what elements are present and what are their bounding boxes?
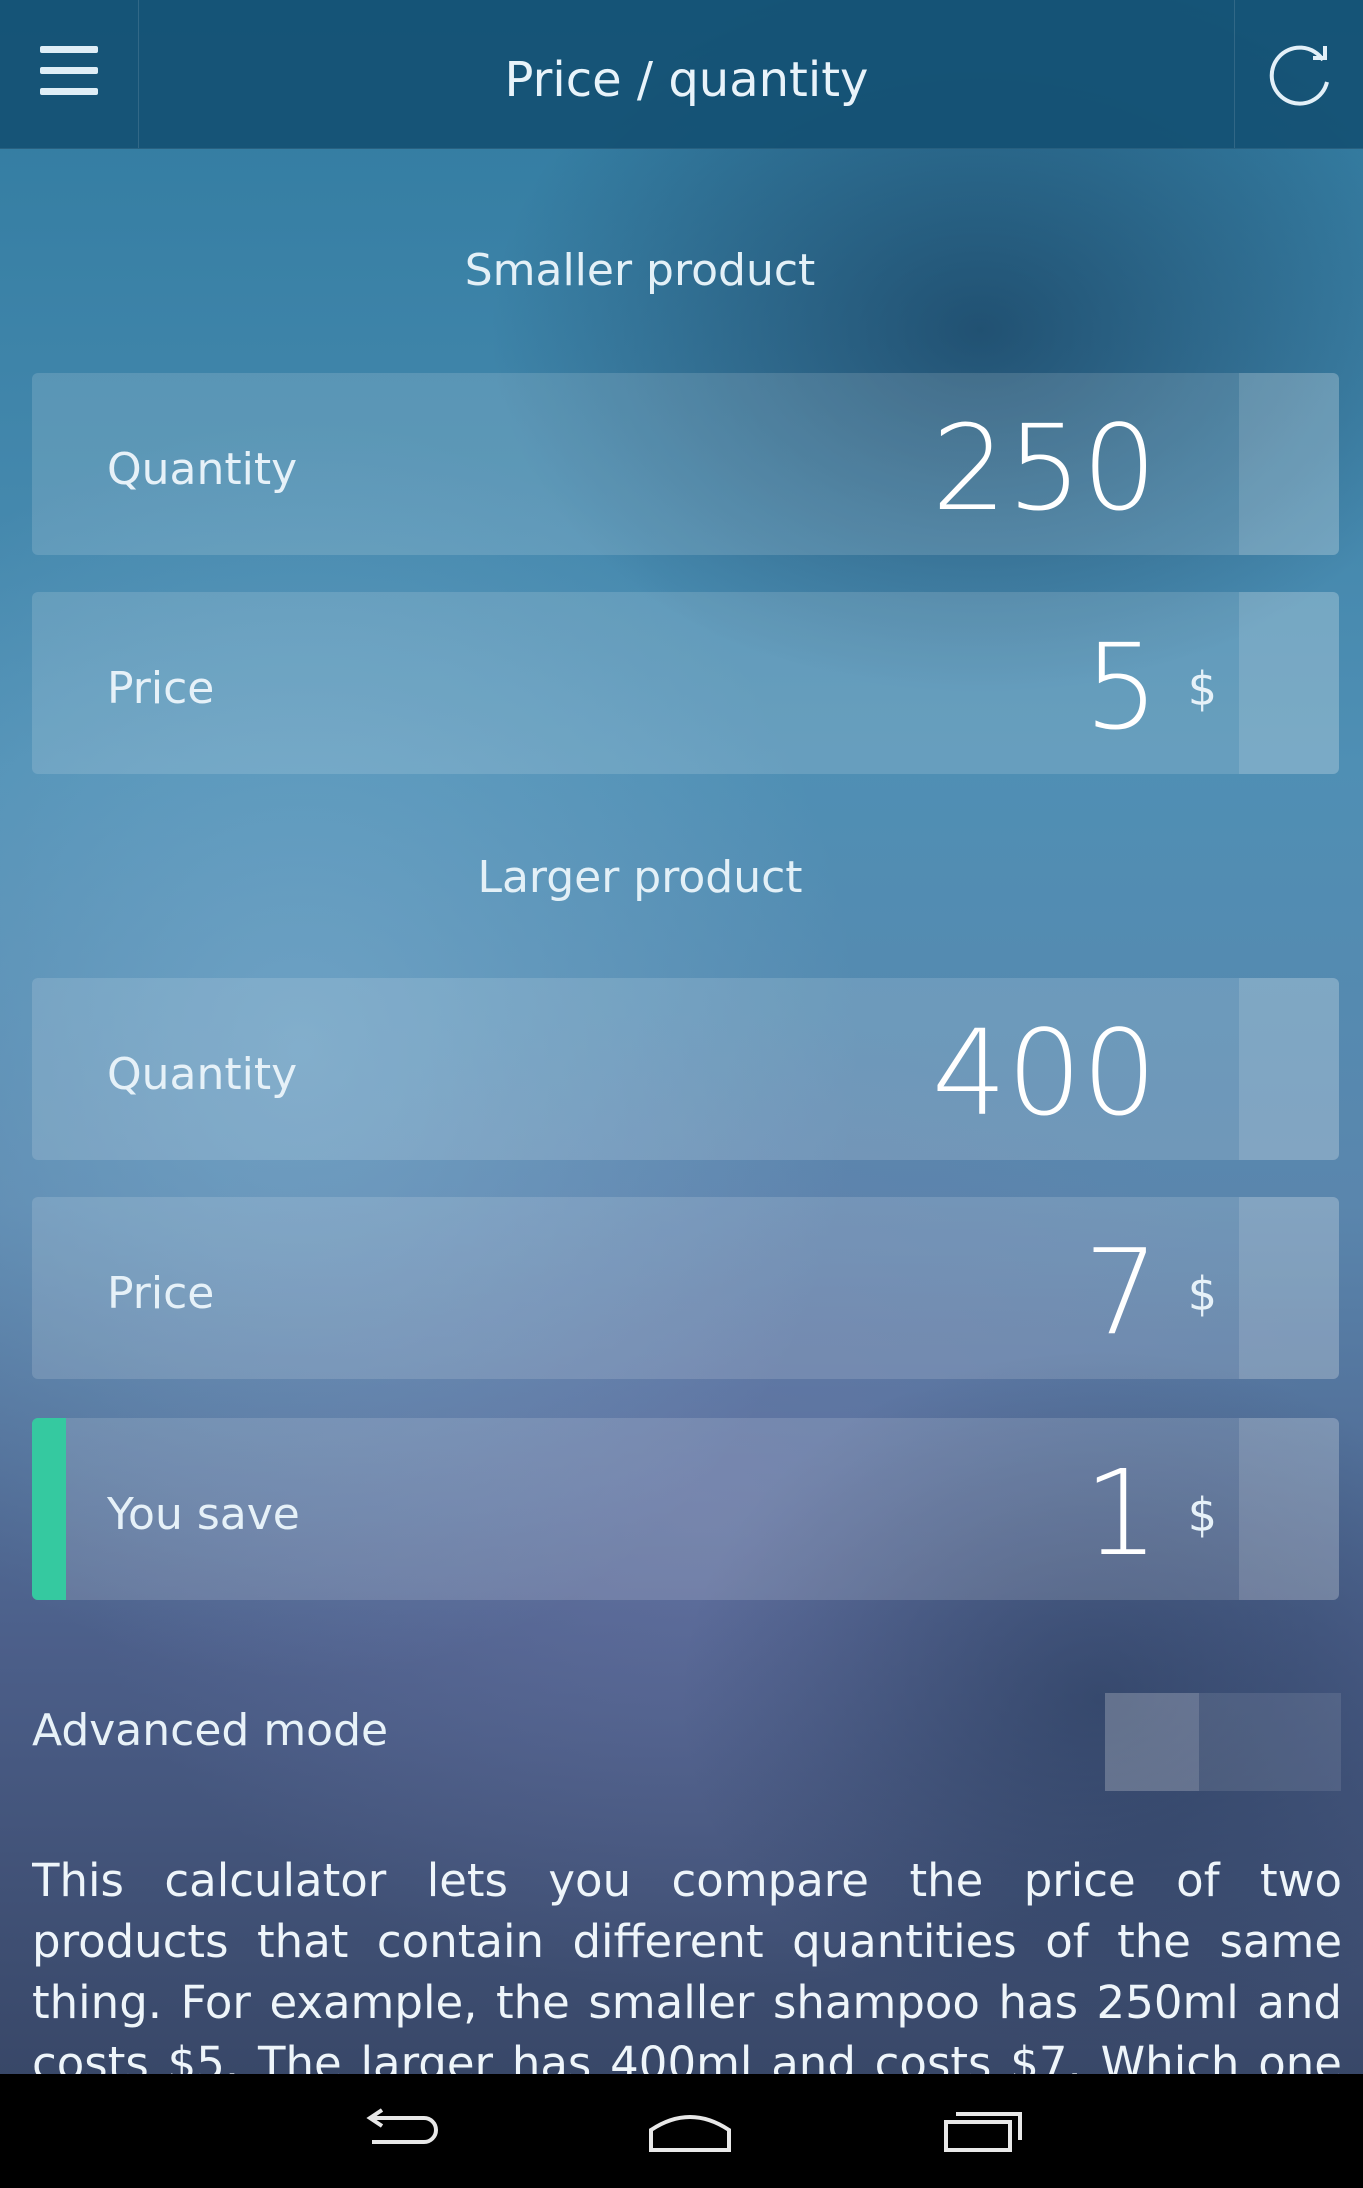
savings-label: You save xyxy=(107,1489,300,1540)
back-button[interactable] xyxy=(318,2074,478,2188)
larger-price-unit: $ xyxy=(1187,1267,1217,1321)
menu-button[interactable] xyxy=(0,0,139,148)
larger-price-handle[interactable] xyxy=(1239,1197,1339,1379)
system-nav-bar xyxy=(0,2074,1363,2188)
top-bar: Price / quantity xyxy=(0,0,1363,149)
recents-icon xyxy=(944,2112,1022,2152)
app-screen: Price / quantity Smaller product Quantit… xyxy=(0,0,1363,2188)
larger-price-value[interactable]: 7 xyxy=(1084,1197,1159,1379)
description-text: This calculator lets you compare the pri… xyxy=(32,1854,1342,2074)
home-icon xyxy=(649,2115,731,2152)
smaller-quantity-field[interactable]: Quantity 250 xyxy=(32,373,1339,555)
savings-handle xyxy=(1239,1418,1339,1600)
refresh-button[interactable] xyxy=(1234,0,1363,148)
larger-quantity-label: Quantity xyxy=(107,1049,298,1100)
refresh-icon xyxy=(1269,45,1329,106)
advanced-mode-toggle[interactable] xyxy=(1105,1693,1341,1791)
savings-result: You save 1 $ xyxy=(32,1418,1339,1600)
recents-button[interactable] xyxy=(898,2074,1058,2188)
smaller-price-value[interactable]: 5 xyxy=(1084,592,1159,774)
back-icon xyxy=(366,2108,438,2144)
page-title: Price / quantity xyxy=(504,52,869,108)
larger-quantity-handle[interactable] xyxy=(1239,978,1339,1160)
larger-quantity-field[interactable]: Quantity 400 xyxy=(32,978,1339,1160)
toggle-knob[interactable] xyxy=(1105,1693,1199,1791)
savings-accent-bar xyxy=(32,1418,66,1600)
smaller-price-label: Price xyxy=(107,663,215,714)
smaller-product-heading: Smaller product xyxy=(464,245,816,296)
larger-price-field[interactable]: Price 7 $ xyxy=(32,1197,1339,1379)
smaller-price-field[interactable]: Price 5 $ xyxy=(32,592,1339,774)
smaller-quantity-value[interactable]: 250 xyxy=(932,373,1157,555)
larger-price-label: Price xyxy=(107,1268,215,1319)
larger-product-heading: Larger product xyxy=(477,852,803,903)
smaller-quantity-label: Quantity xyxy=(107,444,298,495)
smaller-quantity-handle[interactable] xyxy=(1239,373,1339,555)
home-button[interactable] xyxy=(605,2074,765,2188)
larger-quantity-value[interactable]: 400 xyxy=(932,978,1157,1160)
advanced-mode-label: Advanced mode xyxy=(32,1705,389,1756)
savings-value: 1 xyxy=(1083,1444,1159,1582)
smaller-price-handle[interactable] xyxy=(1239,592,1339,774)
smaller-price-unit: $ xyxy=(1187,662,1217,716)
savings-unit: $ xyxy=(1187,1488,1217,1542)
